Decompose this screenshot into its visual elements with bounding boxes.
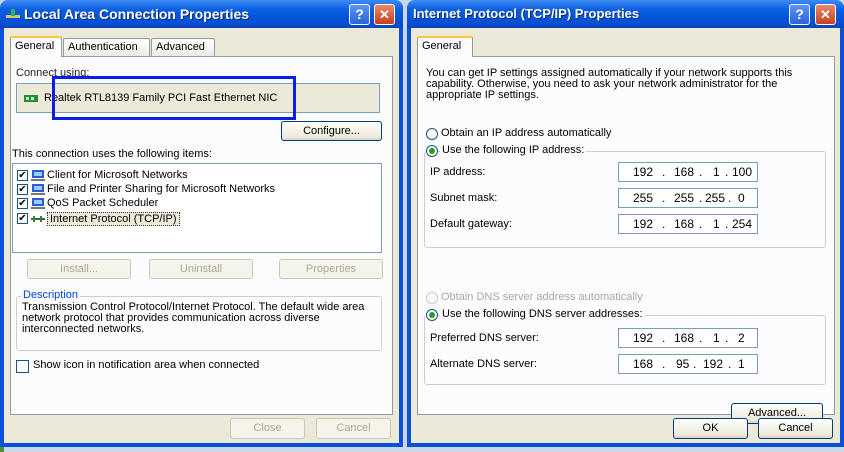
obtain-ip-auto-label: Obtain an IP address automatically bbox=[441, 127, 612, 139]
ip-octet: 254 bbox=[732, 217, 753, 231]
ip-address-group: Use the following IP address: IP address… bbox=[424, 144, 826, 248]
ip-octet: 192 bbox=[633, 331, 654, 345]
ip-octet: 255 bbox=[705, 191, 726, 205]
help-icon[interactable]: ? bbox=[349, 4, 370, 25]
network-adapter-icon bbox=[24, 93, 38, 104]
items-label: This connection uses the following items… bbox=[12, 148, 212, 160]
use-following-ip-radio[interactable] bbox=[426, 145, 438, 157]
use-following-dns-label: Use the following DNS server addresses: bbox=[440, 308, 645, 320]
ip-octet: 95 bbox=[676, 357, 690, 371]
list-item[interactable]: ✔ Internet Protocol (TCP/IP) bbox=[17, 212, 357, 226]
default-gateway-field[interactable]: 192. 168. 1. 254 bbox=[618, 214, 758, 234]
ip-octet: 168 bbox=[674, 165, 695, 179]
obtain-ip-auto-radio[interactable] bbox=[426, 128, 438, 140]
properties-button[interactable]: Properties bbox=[279, 259, 383, 279]
title-bar[interactable]: Internet Protocol (TCP/IP) Properties ? … bbox=[407, 0, 844, 28]
tab-general[interactable]: General bbox=[417, 36, 473, 57]
highlight-annotation bbox=[52, 76, 296, 120]
preferred-dns-field[interactable]: 192. 168. 1. 2 bbox=[618, 328, 758, 348]
list-item-label: QoS Packet Scheduler bbox=[47, 197, 159, 209]
list-item[interactable]: ✔ QoS Packet Scheduler bbox=[17, 197, 357, 211]
cancel-button[interactable]: Cancel bbox=[316, 418, 391, 439]
ip-octet: 2 bbox=[738, 331, 745, 345]
qos-scheduler-icon bbox=[31, 198, 45, 209]
dialog-client-area: General You can get IP settings assigned… bbox=[411, 28, 840, 443]
checkbox-file-sharing[interactable]: ✔ bbox=[17, 184, 28, 195]
configure-button[interactable]: Configure... bbox=[281, 121, 382, 141]
items-list[interactable]: ✔ Client for Microsoft Networks ✔ File a… bbox=[12, 163, 382, 253]
close-icon[interactable]: ✕ bbox=[374, 4, 395, 25]
file-printer-sharing-icon bbox=[31, 184, 45, 195]
ip-octet: 1 bbox=[713, 331, 720, 345]
window-app-icon bbox=[6, 7, 20, 19]
tcpip-properties-window: Internet Protocol (TCP/IP) Properties ? … bbox=[407, 0, 844, 447]
default-gateway-label: Default gateway: bbox=[430, 218, 512, 230]
ip-octet: 0 bbox=[738, 191, 745, 205]
install-button[interactable]: Install... bbox=[27, 259, 131, 279]
obtain-dns-auto-label: Obtain DNS server address automatically bbox=[441, 291, 643, 303]
ip-octet: 1 bbox=[738, 357, 745, 371]
list-item-label: Internet Protocol (TCP/IP) bbox=[47, 212, 180, 226]
preferred-dns-label: Preferred DNS server: bbox=[430, 332, 539, 344]
list-item-label: Client for Microsoft Networks bbox=[47, 169, 188, 181]
ip-octet: 1 bbox=[713, 165, 720, 179]
ip-octet: 192 bbox=[633, 165, 654, 179]
close-button[interactable]: Close bbox=[230, 418, 305, 439]
tab-advanced[interactable]: Advanced bbox=[151, 38, 215, 56]
alternate-dns-field[interactable]: 168. 95. 192. 1 bbox=[618, 354, 758, 374]
dns-group: Use the following DNS server addresses: … bbox=[424, 308, 826, 385]
window-title: Internet Protocol (TCP/IP) Properties bbox=[413, 6, 640, 21]
list-item[interactable]: ✔ File and Printer Sharing for Microsoft… bbox=[17, 183, 357, 197]
intro-text: You can get IP settings assigned automat… bbox=[426, 67, 793, 101]
checkbox-client[interactable]: ✔ bbox=[17, 170, 28, 181]
tab-authentication[interactable]: Authentication bbox=[63, 38, 150, 56]
subnet-mask-field[interactable]: 255. 255. 255. 0 bbox=[618, 188, 758, 208]
uninstall-button[interactable]: Uninstall bbox=[149, 259, 253, 279]
help-icon[interactable]: ? bbox=[789, 4, 810, 25]
ip-octet: 168 bbox=[674, 217, 695, 231]
ip-octet: 100 bbox=[732, 165, 753, 179]
list-item-label: File and Printer Sharing for Microsoft N… bbox=[47, 183, 276, 195]
ip-address-field[interactable]: 192. 168. 1. 100 bbox=[618, 162, 758, 182]
ip-octet: 168 bbox=[633, 357, 654, 371]
general-panel: You can get IP settings assigned automat… bbox=[417, 56, 835, 424]
ip-octet: 168 bbox=[674, 331, 695, 345]
ip-address-label: IP address: bbox=[430, 166, 486, 178]
tab-general[interactable]: General bbox=[10, 36, 62, 57]
ip-octet: 255 bbox=[674, 191, 695, 205]
protocol-icon bbox=[31, 214, 45, 225]
alternate-dns-label: Alternate DNS server: bbox=[430, 358, 537, 370]
window-title: Local Area Connection Properties bbox=[24, 6, 250, 22]
checkbox-qos[interactable]: ✔ bbox=[17, 198, 28, 209]
network-client-icon bbox=[31, 170, 45, 181]
ip-octet: 1 bbox=[713, 217, 720, 231]
description-group: Description Transmission Control Protoco… bbox=[16, 289, 382, 351]
show-icon-label: Show icon in notification area when conn… bbox=[33, 359, 260, 371]
subnet-mask-label: Subnet mask: bbox=[430, 192, 498, 204]
title-bar[interactable]: Local Area Connection Properties ? ✕ bbox=[0, 0, 403, 28]
use-following-ip-label: Use the following IP address: bbox=[440, 144, 587, 156]
ip-octet: 192 bbox=[633, 217, 654, 231]
local-area-connection-window: Local Area Connection Properties ? ✕ Gen… bbox=[0, 0, 403, 447]
close-icon[interactable]: ✕ bbox=[815, 4, 836, 25]
checkbox-tcpip[interactable]: ✔ bbox=[17, 213, 28, 224]
obtain-dns-auto-radio[interactable] bbox=[426, 292, 438, 304]
ok-button[interactable]: OK bbox=[673, 418, 748, 439]
use-following-dns-radio[interactable] bbox=[426, 309, 438, 321]
show-icon-checkbox[interactable] bbox=[16, 360, 29, 373]
description-text: Transmission Control Protocol/Internet P… bbox=[22, 301, 365, 335]
ip-octet: 255 bbox=[633, 191, 654, 205]
cancel-button[interactable]: Cancel bbox=[758, 418, 833, 439]
list-item[interactable]: ✔ Client for Microsoft Networks bbox=[17, 169, 357, 183]
ip-octet: 192 bbox=[703, 357, 724, 371]
description-title: Description bbox=[21, 289, 81, 301]
